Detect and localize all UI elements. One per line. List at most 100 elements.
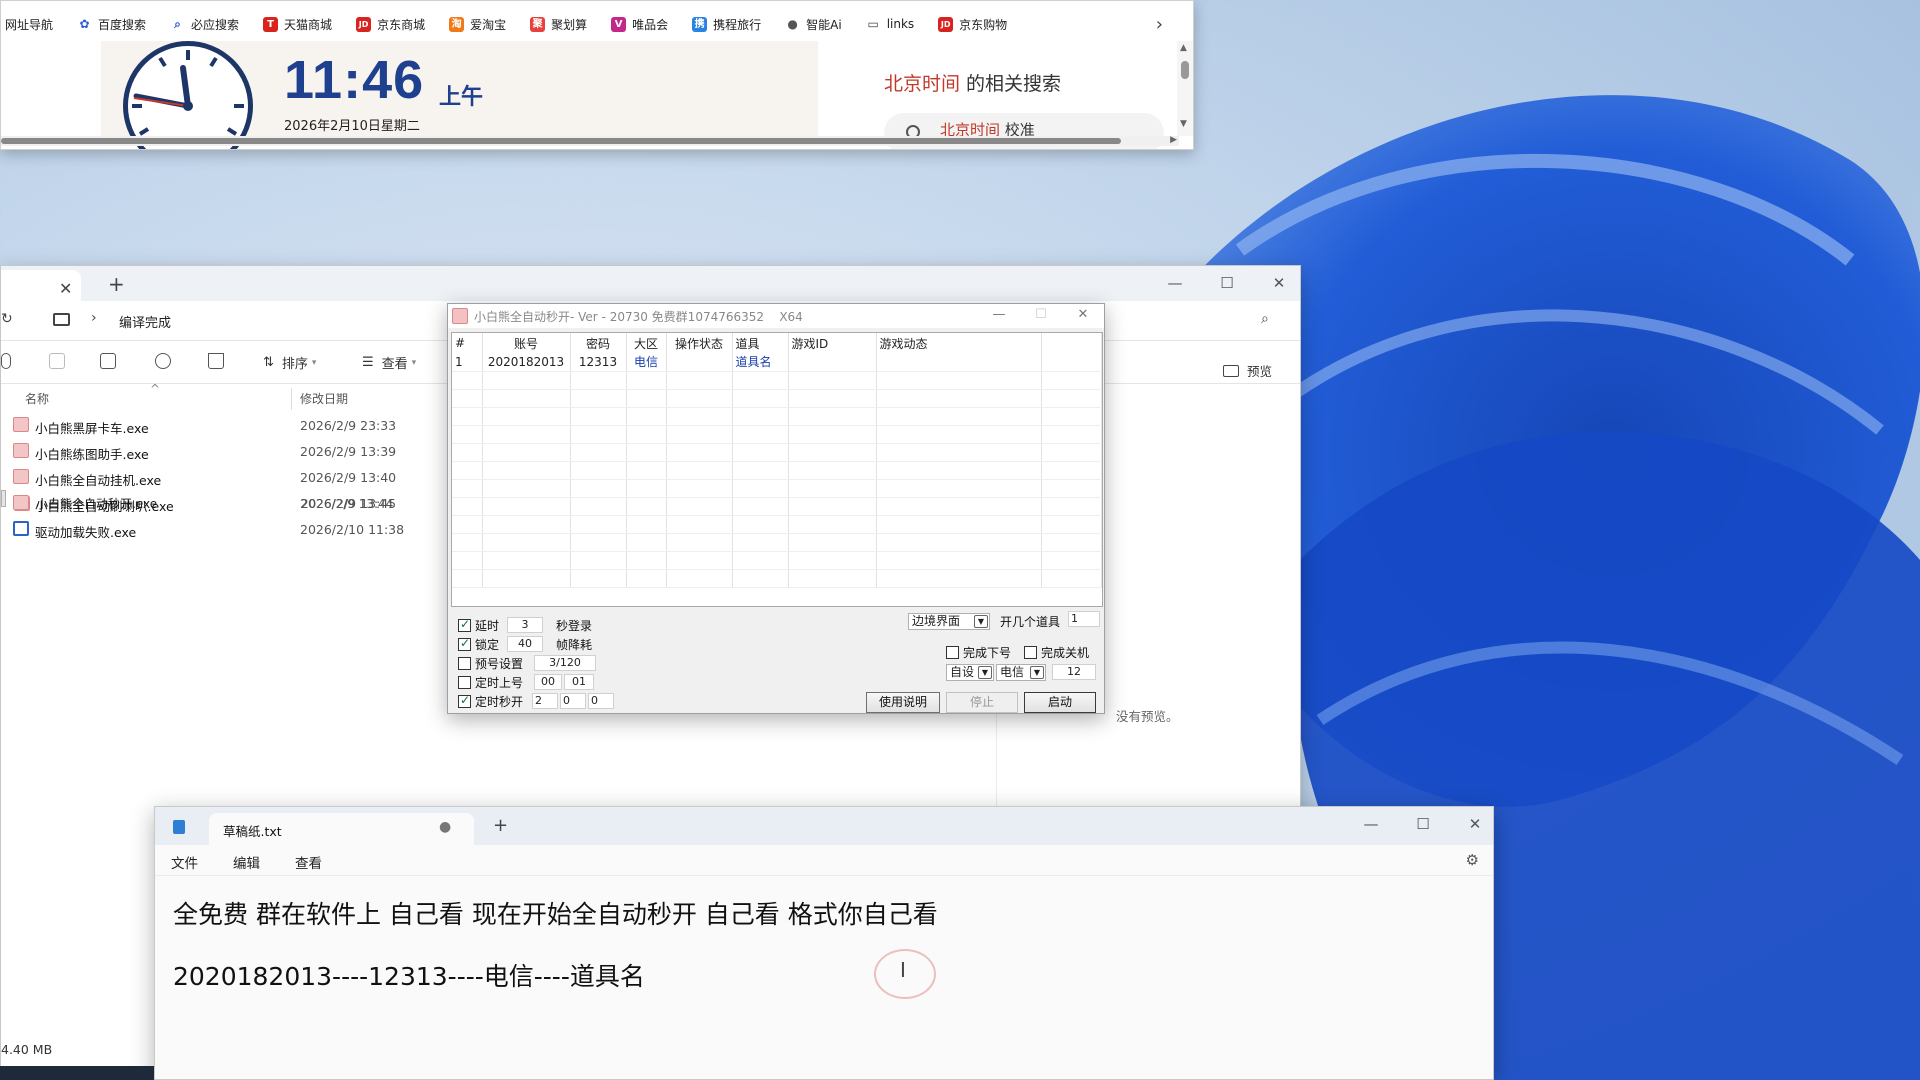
account-setting-input[interactable]: 3/120 [534, 655, 596, 671]
browser-vertical-scrollbar[interactable]: ▲ ▼ [1177, 41, 1193, 136]
scrollbar-thumb[interactable] [1, 138, 1121, 144]
checkbox-box[interactable] [458, 617, 471, 632]
timed-open-checkbox[interactable]: 定时秒开 [458, 693, 523, 710]
table-row[interactable] [452, 497, 1102, 516]
table-row[interactable] [452, 443, 1102, 462]
this-pc-icon[interactable] [53, 313, 70, 326]
carrier-select[interactable]: 电信 ▼ [996, 664, 1046, 681]
paste-icon[interactable] [49, 353, 73, 369]
share-icon[interactable] [155, 353, 179, 369]
new-tab-icon[interactable]: + [493, 815, 508, 836]
checkbox-box[interactable] [458, 657, 471, 670]
new-tab-icon[interactable]: + [108, 272, 125, 296]
menu-view[interactable]: 查看 [295, 852, 322, 872]
stop-button[interactable]: 停止 [946, 692, 1018, 713]
rename-icon[interactable] [100, 353, 124, 369]
carrier-number-input[interactable]: 12 [1052, 664, 1096, 680]
timed-login-checkbox[interactable]: 定时上号 [458, 674, 523, 691]
scroll-up-icon[interactable]: ▲ [1180, 43, 1187, 53]
refresh-icon[interactable]: ↻ [1, 311, 13, 327]
breadcrumb-current[interactable]: 编译完成 [119, 312, 171, 331]
table-row[interactable] [452, 461, 1102, 480]
timed-open-a[interactable]: 2 [532, 693, 558, 709]
search-icon[interactable]: ⌕ [1261, 311, 1269, 327]
table-row[interactable] [452, 479, 1102, 498]
column-name[interactable]: 名称 [25, 390, 49, 407]
unsaved-dot-icon[interactable]: ● [439, 819, 451, 835]
bookmark-item[interactable]: 淘爱淘宝 [449, 16, 506, 33]
table-row[interactable] [452, 371, 1102, 390]
open-items-input[interactable]: 1 [1068, 611, 1100, 627]
close-icon[interactable]: ✕ [1062, 304, 1104, 326]
bookmark-item[interactable]: ● 智能Ai [785, 16, 841, 33]
explorer-tab[interactable]: ✕ [1, 270, 81, 301]
sort-button[interactable]: ⇅ 排序 ▾ [263, 353, 316, 372]
file-row[interactable]: 小白熊全自动刷喇叭.exe 2026/2/9 13:45 [1, 490, 446, 516]
table-row[interactable] [452, 515, 1102, 534]
timed-open-b[interactable]: 0 [560, 693, 586, 709]
checkbox-box[interactable] [458, 693, 471, 708]
settings-gear-icon[interactable]: ⚙ [1466, 851, 1479, 869]
browser-horizontal-scrollbar[interactable]: ▶ [1, 135, 1179, 146]
scrollbar-thumb[interactable] [1181, 61, 1189, 79]
menu-edit[interactable]: 编辑 [233, 852, 260, 872]
timed-open-c[interactable]: 0 [588, 693, 614, 709]
bookmark-item[interactable]: V 唯品会 [611, 16, 668, 33]
notepad-tab[interactable]: 草稿纸.txt ● [209, 813, 474, 845]
checkbox-box[interactable] [946, 646, 959, 659]
start-button[interactable]: 启动 [1024, 692, 1096, 713]
table-row[interactable] [452, 407, 1102, 426]
bookmark-item[interactable]: ✿ 百度搜索 [77, 16, 146, 33]
column-divider[interactable] [291, 388, 292, 410]
minimize-icon[interactable]: — [1345, 807, 1397, 841]
delete-icon[interactable] [208, 353, 232, 369]
bookmark-item[interactable]: T 天猫商城 [263, 16, 332, 33]
scroll-down-icon[interactable]: ▼ [1180, 119, 1187, 129]
bookmark-item[interactable]: ▭ links [866, 17, 915, 32]
preview-button[interactable]: 预览 [1223, 361, 1272, 380]
finish-shutdown-checkbox[interactable]: 完成关机 [1024, 644, 1089, 661]
delay-checkbox[interactable]: 延时 [458, 617, 499, 634]
notepad-line-1[interactable]: 全免费 群在软件上 自己看 现在开始全自动秒开 自己看 格式你自己看 [173, 895, 938, 931]
scroll-right-icon[interactable]: ▶ [1170, 135, 1177, 145]
scene-select[interactable]: 边境界面 ▼ [908, 613, 990, 630]
mode-select[interactable]: 自设 ▼ [946, 664, 994, 681]
lock-checkbox[interactable]: 锁定 [458, 636, 499, 653]
minimize-icon[interactable]: — [1149, 266, 1201, 300]
checkbox-box[interactable] [458, 676, 471, 689]
notepad-line-2[interactable]: 2020182013----12313----电信----道具名 [173, 957, 645, 993]
account-setting-checkbox[interactable]: 预号设置 [458, 655, 523, 672]
view-button[interactable]: ☰ 查看 ▾ [362, 353, 416, 372]
table-row[interactable]: 1 2020182013 12313 电信 道具名 [452, 353, 1102, 372]
bookmarks-more-chevron-icon[interactable]: › [1156, 14, 1163, 35]
bookmark-item[interactable]: ⌕ 必应搜索 [170, 16, 239, 33]
timed-login-minute[interactable]: 01 [564, 674, 594, 690]
delay-input[interactable]: 3 [507, 617, 543, 633]
maximize-icon[interactable]: ☐ [1020, 304, 1062, 326]
close-icon[interactable]: ✕ [1253, 266, 1305, 300]
lock-input[interactable]: 40 [507, 636, 543, 652]
bookmark-item[interactable]: 网址导航 [5, 16, 53, 33]
file-row[interactable]: 小白熊黑屏卡车.exe 2026/2/9 23:33 [1, 412, 446, 438]
bookmark-item[interactable]: JD 京东商城 [356, 16, 425, 33]
column-modified[interactable]: 修改日期 [300, 390, 348, 407]
close-tab-icon[interactable]: ✕ [59, 279, 72, 298]
help-button[interactable]: 使用说明 [866, 692, 940, 713]
menu-file[interactable]: 文件 [171, 852, 198, 872]
table-row[interactable] [452, 389, 1102, 408]
file-row[interactable]: 小白熊全自动挂机.exe 2026/2/9 13:40 [1, 464, 446, 490]
timed-login-hour[interactable]: 00 [534, 674, 562, 690]
table-row[interactable] [452, 569, 1102, 588]
close-icon[interactable]: ✕ [1449, 807, 1501, 841]
maximize-icon[interactable]: ☐ [1397, 807, 1449, 841]
file-row[interactable]: 驱动加载失败.exe 2026/2/10 11:38 [1, 516, 446, 542]
table-row[interactable] [452, 533, 1102, 552]
bookmark-item[interactable]: JD 京东购物 [938, 16, 1007, 33]
table-row[interactable] [452, 425, 1102, 444]
bookmark-item[interactable]: 聚聚划算 [530, 16, 587, 33]
copy-icon[interactable] [1, 353, 19, 369]
minimize-icon[interactable]: — [978, 304, 1020, 326]
checkbox-box[interactable] [1024, 646, 1037, 659]
finish-logout-checkbox[interactable]: 完成下号 [946, 644, 1011, 661]
bookmark-item[interactable]: 携携程旅行 [692, 16, 761, 33]
